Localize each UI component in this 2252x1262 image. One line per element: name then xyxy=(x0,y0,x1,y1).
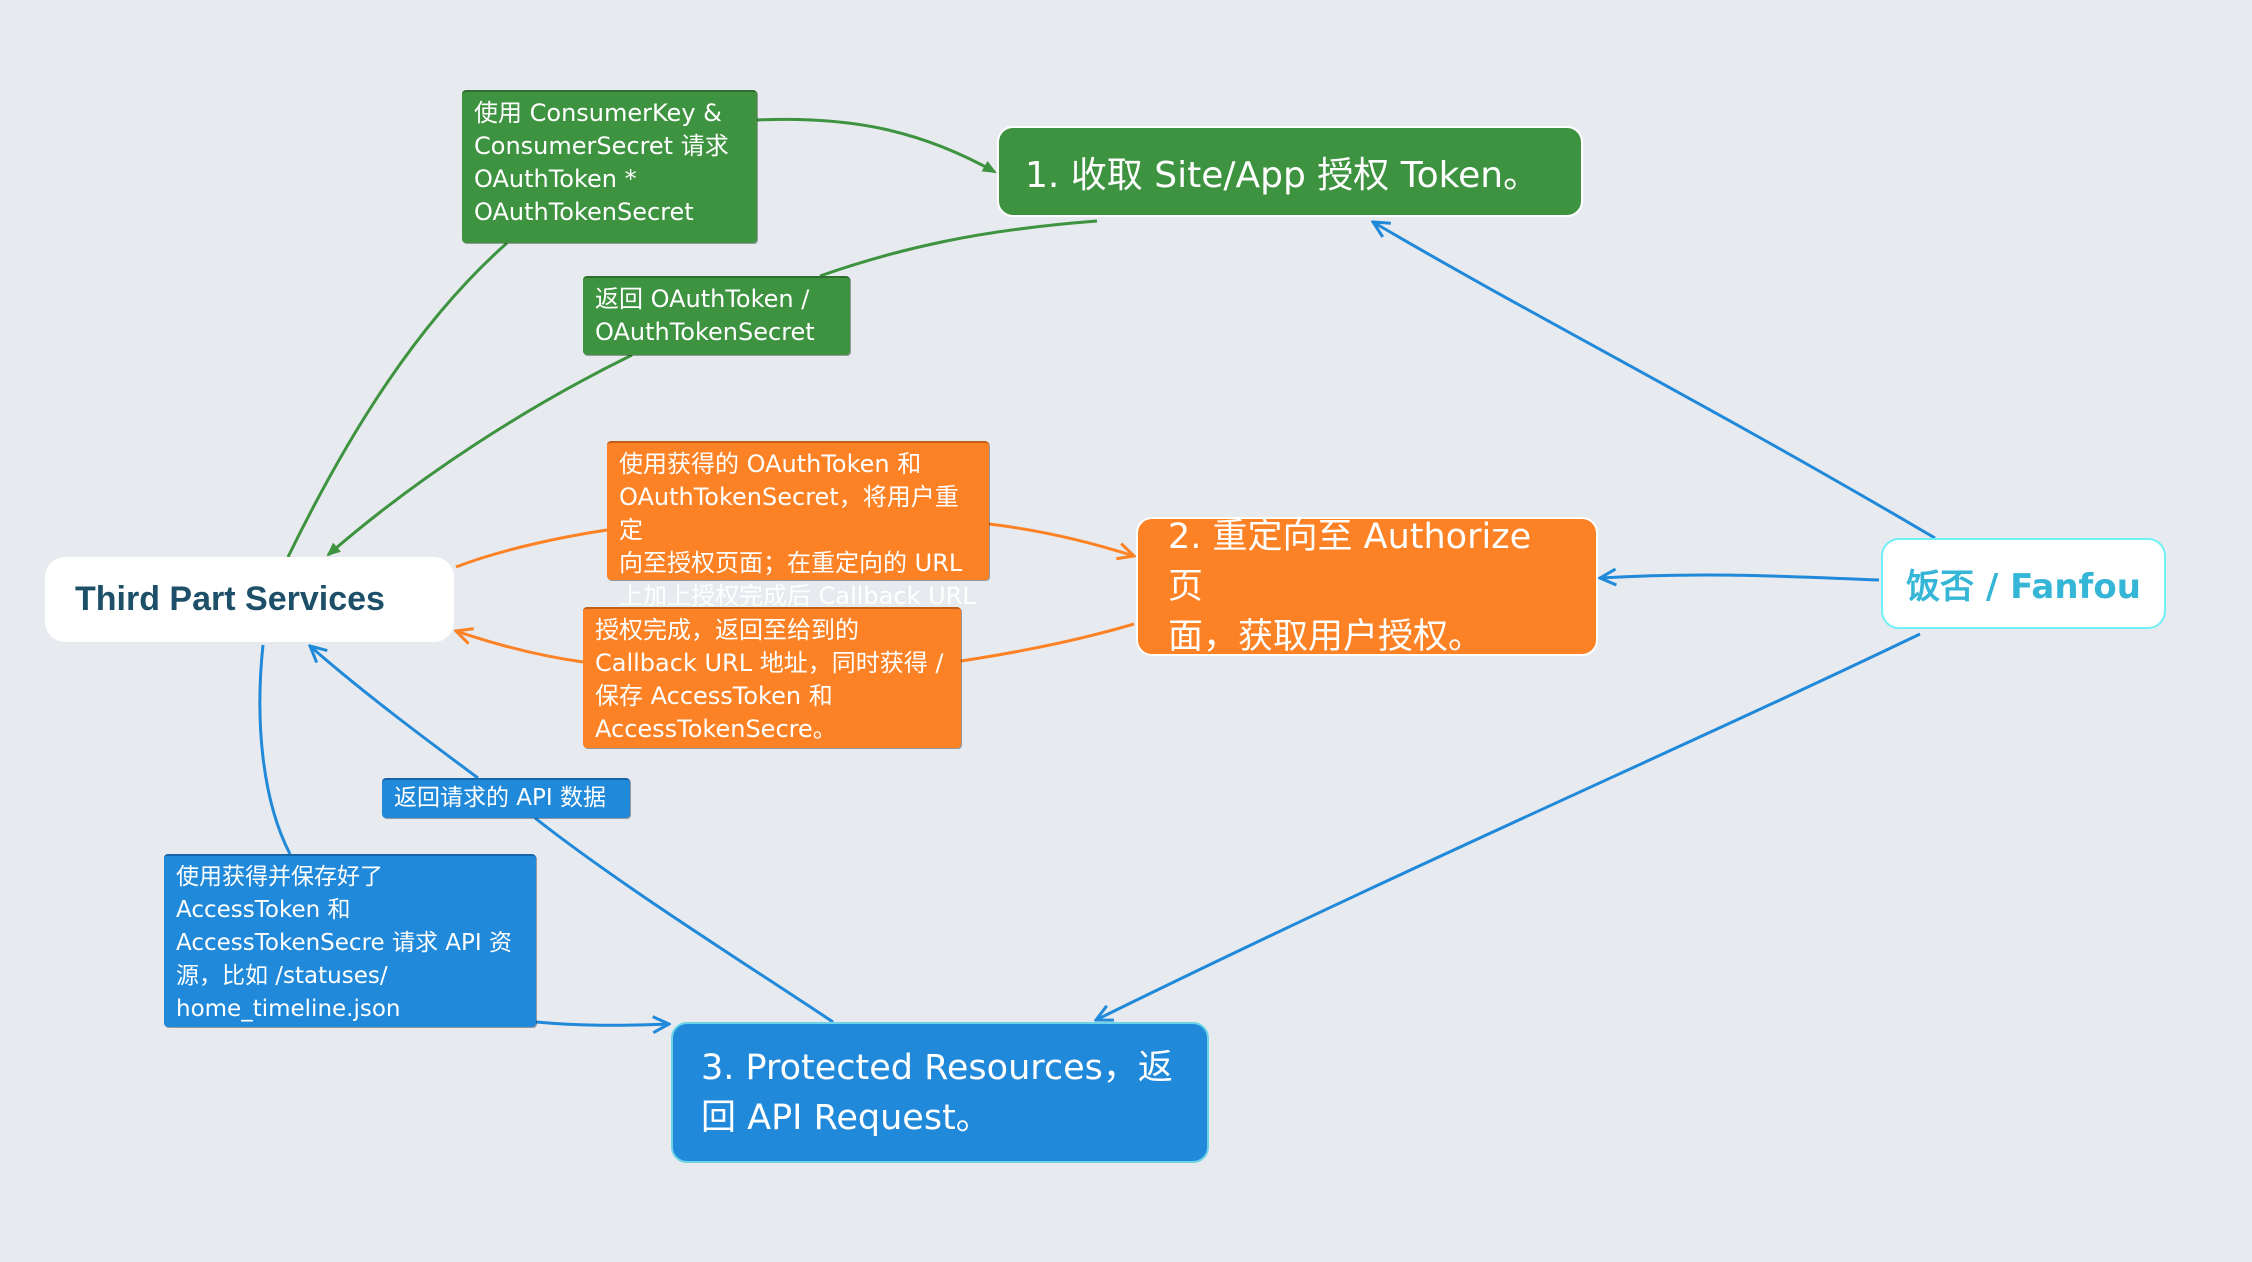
node-step2-authorize[interactable]: 2. 重定向至 Authorize 页 面，获取用户授权。 xyxy=(1136,517,1598,657)
edge-request-token-a xyxy=(286,241,508,558)
node-fanfou[interactable]: 饭否 / Fanfou xyxy=(1881,538,2166,629)
node-step1-label: 1. 收取 Site/App 授权 Token。 xyxy=(1025,154,1540,196)
node-step2-label-line1: 2. 重定向至 Authorize 页 xyxy=(1168,516,1532,607)
node-step3-protected-resources[interactable]: 3. Protected Resources，返 回 API Request。 xyxy=(671,1022,1209,1163)
edge-request-api-a xyxy=(258,644,292,855)
edge-redirect-b xyxy=(988,522,1134,556)
edge-fanfou-step2 xyxy=(1600,575,1880,580)
node-step3-label-line2: 回 API Request。 xyxy=(701,1097,991,1138)
edge-label-request-token[interactable]: 使用 ConsumerKey & ConsumerSecret 请求 OAuth… xyxy=(462,90,757,243)
edge-label-return-token[interactable]: 返回 OAuthToken / OAuthTokenSecret xyxy=(583,276,850,355)
node-step3-label-line1: 3. Protected Resources，返 xyxy=(701,1047,1173,1088)
node-third-part-services[interactable]: Third Part Services xyxy=(45,557,454,642)
edge-label-return-api-data[interactable]: 返回请求的 API 数据 xyxy=(382,778,630,818)
edge-return-token-b xyxy=(326,353,633,557)
edge-label-request-api[interactable]: 使用获得并保存好了 AccessToken 和 AccessTokenSecre… xyxy=(164,854,536,1027)
edge-label-authorized-callback[interactable]: 授权完成，返回至给到的 Callback URL 地址，同时获得 / 保存 Ac… xyxy=(583,607,961,748)
edge-label-redirect-user[interactable]: 使用获得的 OAuthToken 和 OAuthTokenSecret，将用户重… xyxy=(607,441,989,610)
edge-return-api-a xyxy=(534,816,834,1024)
edge-return-token-a xyxy=(819,219,1098,278)
node-step2-label-line2: 面，获取用户授权。 xyxy=(1168,616,1484,657)
node-third-part-services-label: Third Part Services xyxy=(75,580,385,618)
edge-callback-a xyxy=(960,622,1135,663)
edge-request-api-b xyxy=(535,1022,669,1025)
edge-request-token-b xyxy=(756,117,997,174)
edge-redirect-a xyxy=(455,528,608,569)
edge-return-api-b xyxy=(310,646,479,780)
node-step1-site-app-token[interactable]: 1. 收取 Site/App 授权 Token。 xyxy=(997,126,1583,217)
edge-fanfou-step3 xyxy=(1096,632,1921,1020)
node-fanfou-label: 饭否 / Fanfou xyxy=(1906,567,2141,607)
edge-fanfou-step1 xyxy=(1373,222,1936,540)
edge-callback-b xyxy=(456,631,584,664)
